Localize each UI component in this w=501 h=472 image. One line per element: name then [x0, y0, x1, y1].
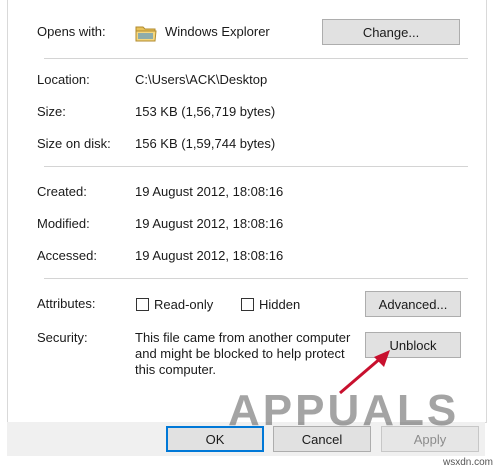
opens-with-label: Opens with: — [37, 24, 106, 39]
separator — [44, 278, 468, 279]
source-watermark: wsxdn.com — [442, 457, 493, 468]
modified-value: 19 August 2012, 18:08:16 — [135, 216, 284, 231]
security-message: This file came from another computer and… — [135, 330, 350, 378]
location-label: Location: — [37, 72, 90, 87]
properties-general-panel: Opens with: Windows Explorer Change... L… — [7, 0, 487, 423]
readonly-label[interactable]: Read-only — [154, 297, 213, 312]
size-value: 153 KB (1,56,719 bytes) — [135, 104, 276, 119]
hidden-label[interactable]: Hidden — [259, 297, 300, 312]
attributes-label: Attributes: — [37, 296, 96, 311]
change-button[interactable]: Change... — [322, 19, 460, 45]
accessed-label: Accessed: — [37, 248, 97, 263]
advanced-button[interactable]: Advanced... — [365, 291, 461, 317]
separator — [44, 166, 468, 167]
folder-icon — [135, 26, 157, 42]
opens-with-app: Windows Explorer — [165, 24, 270, 39]
created-value: 19 August 2012, 18:08:16 — [135, 184, 284, 199]
security-message-line: this computer. — [135, 362, 216, 377]
location-value: C:\Users\ACK\Desktop — [135, 72, 268, 87]
separator — [44, 58, 468, 59]
red-arrow-icon — [339, 350, 390, 395]
accessed-value: 19 August 2012, 18:08:16 — [135, 248, 284, 263]
readonly-checkbox[interactable] — [136, 298, 149, 311]
security-label: Security: — [37, 330, 88, 345]
modified-label: Modified: — [37, 216, 90, 231]
created-label: Created: — [37, 184, 87, 199]
size-on-disk-label: Size on disk: — [37, 136, 111, 151]
size-label: Size: — [37, 104, 66, 119]
security-message-line: This file came from another computer — [135, 330, 351, 345]
size-on-disk-value: 156 KB (1,59,744 bytes) — [135, 136, 276, 151]
security-message-line: and might be blocked to help protect — [135, 346, 345, 361]
hidden-checkbox[interactable] — [241, 298, 254, 311]
